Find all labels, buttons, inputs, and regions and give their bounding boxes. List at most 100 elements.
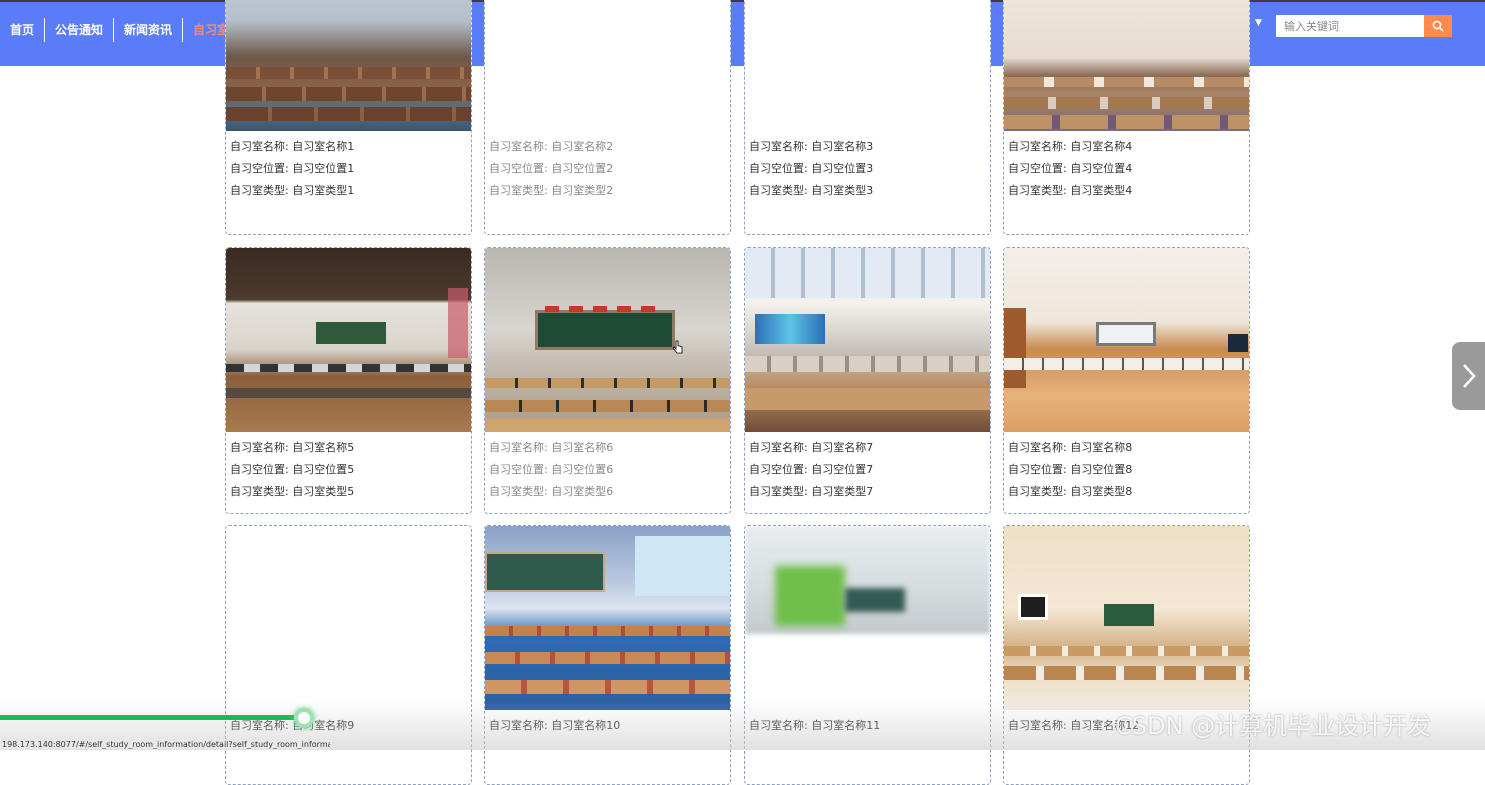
nav-item-news[interactable]: 新闻资讯 [114,18,184,42]
room-type-row: 自习室类型: 自习室类型1 [230,180,467,202]
caret-down-icon[interactable]: ▼ [1255,18,1262,28]
room-location-row: 自习空位置: 自习空位置8 [1008,459,1245,481]
room-info: 自习室名称: 自习室名称1 自习空位置: 自习空位置1 自习室类型: 自习室类型… [226,131,471,206]
room-name: 自习室名称10 [551,719,621,732]
room-image[interactable] [485,248,730,432]
room-name-label: 自习室名称: [489,140,552,153]
study-room-card[interactable]: 自习室名称: 自习室名称7 自习空位置: 自习空位置7 自习室类型: 自习室类型… [744,247,991,514]
study-room-card[interactable]: 自习室名称: 自习室名称6 自习空位置: 自习空位置6 自习室类型: 自习室类型… [484,247,731,514]
room-name: 自习室名称1 [292,140,355,153]
room-type: 自习室类型3 [811,184,874,197]
room-type-label: 自习室类型: [749,485,812,498]
room-info: 自习室名称: 自习室名称7 自习空位置: 自习空位置7 自习室类型: 自习室类型… [745,432,990,507]
room-name-row: 自习室名称: 自习室名称5 [230,437,467,459]
room-location-label: 自习空位置: [230,162,293,175]
study-room-card[interactable]: 自习室名称: 自习室名称2 自习空位置: 自习空位置2 自习室类型: 自习室类型… [484,0,731,235]
room-image[interactable] [226,0,471,131]
room-location-row: 自习空位置: 自习空位置7 [749,459,986,481]
room-type: 自习室类型6 [551,485,614,498]
study-room-card[interactable]: 自习室名称: 自习室名称4 自习空位置: 自习空位置4 自习室类型: 自习室类型… [1003,0,1250,235]
room-info: 自习室名称: 自习室名称5 自习空位置: 自习空位置5 自习室类型: 自习室类型… [226,432,471,507]
study-room-card[interactable]: 自习室名称: 自习室名称1 自习空位置: 自习空位置1 自习室类型: 自习室类型… [225,0,472,235]
room-name-row: 自习室名称: 自习室名称2 [489,136,726,158]
room-image[interactable] [485,526,730,710]
study-room-card[interactable]: 自习室名称: 自习室名称12 [1003,525,1250,785]
search-bar [1276,15,1452,37]
room-name-label: 自习室名称: [1008,719,1071,732]
room-name: 自习室名称5 [292,441,355,454]
room-location-label: 自习空位置: [749,463,812,476]
room-location-row: 自习空位置: 自习空位置5 [230,459,467,481]
room-image[interactable] [226,248,471,432]
room-name-label: 自习室名称: [1008,441,1071,454]
study-room-card[interactable]: 自习室名称: 自习室名称8 自习空位置: 自习空位置8 自习室类型: 自习室类型… [1003,247,1250,514]
room-location: 自习空位置1 [292,162,355,175]
room-type-row: 自习室类型: 自习室类型4 [1008,180,1245,202]
room-type-row: 自习室类型: 自习室类型7 [749,481,986,503]
room-location: 自习空位置5 [292,463,355,476]
room-location-label: 自习空位置: [489,162,552,175]
watermark: CSDN @计算机毕业设计开发 [1115,712,1432,740]
room-image[interactable] [745,526,990,710]
room-info: 自习室名称: 自习室名称2 自习空位置: 自习空位置2 自习室类型: 自习室类型… [485,131,730,206]
study-room-card[interactable]: 自习室名称: 自习室名称11 [744,525,991,785]
room-name-label: 自习室名称: [489,719,552,732]
room-name-label: 自习室名称: [230,719,293,732]
room-name: 自习室名称4 [1070,140,1133,153]
room-info: 自习室名称: 自习室名称8 自习空位置: 自习空位置8 自习室类型: 自习室类型… [1004,432,1249,507]
room-image[interactable] [1004,248,1249,432]
next-page-button[interactable] [1452,342,1485,410]
room-image[interactable] [745,248,990,432]
room-type-row: 自习室类型: 自习室类型5 [230,481,467,503]
room-location-row: 自习空位置: 自习空位置6 [489,459,726,481]
study-room-card[interactable]: 自习室名称: 自习室名称5 自习空位置: 自习空位置5 自习室类型: 自习室类型… [225,247,472,514]
room-name-label: 自习室名称: [749,441,812,454]
room-type: 自习室类型8 [1070,485,1133,498]
room-location: 自习空位置3 [811,162,874,175]
room-location-row: 自习空位置: 自习空位置1 [230,158,467,180]
search-input[interactable] [1276,15,1424,37]
room-name-label: 自习室名称: [230,140,293,153]
room-type-label: 自习室类型: [489,184,552,197]
room-type: 自习室类型4 [1070,184,1133,197]
room-image[interactable] [485,0,730,131]
room-location: 自习空位置4 [1070,162,1133,175]
room-type: 自习室类型2 [551,184,614,197]
room-name-label: 自习室名称: [749,719,812,732]
room-type: 自习室类型5 [292,485,355,498]
room-type-row: 自习室类型: 自习室类型8 [1008,481,1245,503]
nav-item-home[interactable]: 首页 [0,18,46,42]
room-name-label: 自习室名称: [749,140,812,153]
room-location: 自习空位置8 [1070,463,1133,476]
room-info: 自习室名称: 自习室名称6 自习空位置: 自习空位置6 自习室类型: 自习室类型… [485,432,730,507]
room-name: 自习室名称7 [811,441,874,454]
room-type-label: 自习室类型: [230,485,293,498]
room-name-label: 自习室名称: [489,441,552,454]
room-name-row: 自习室名称: 自习室名称3 [749,136,986,158]
top-navigation-bar: 首页 公告通知 新闻资讯 自习室信息 张三 ▼ [0,0,1485,66]
room-type: 自习室类型7 [811,485,874,498]
room-location-label: 自习空位置: [230,463,293,476]
room-name: 自习室名称3 [811,140,874,153]
room-image[interactable] [226,526,471,710]
room-type-label: 自习室类型: [1008,184,1071,197]
room-type-label: 自习室类型: [749,184,812,197]
room-image[interactable] [1004,526,1249,710]
room-image[interactable] [745,0,990,131]
room-type-row: 自习室类型: 自习室类型6 [489,481,726,503]
room-location-label: 自习空位置: [749,162,812,175]
search-button[interactable] [1424,15,1452,37]
nav-item-announcements[interactable]: 公告通知 [45,18,115,42]
room-name-label: 自习室名称: [1008,140,1071,153]
study-room-card[interactable]: 自习室名称: 自习室名称10 [484,525,731,785]
chevron-right-icon [1462,364,1476,388]
study-room-card[interactable]: 自习室名称: 自习室名称3 自习空位置: 自习空位置3 自习室类型: 自习室类型… [744,0,991,235]
room-name: 自习室名称11 [811,719,881,732]
room-type-row: 自习室类型: 自习室类型2 [489,180,726,202]
room-name: 自习室名称6 [551,441,614,454]
room-type-label: 自习室类型: [1008,485,1071,498]
room-location: 自习空位置7 [811,463,874,476]
room-name-label: 自习室名称: [230,441,293,454]
room-name-row: 自习室名称: 自习室名称8 [1008,437,1245,459]
room-image[interactable] [1004,0,1249,131]
